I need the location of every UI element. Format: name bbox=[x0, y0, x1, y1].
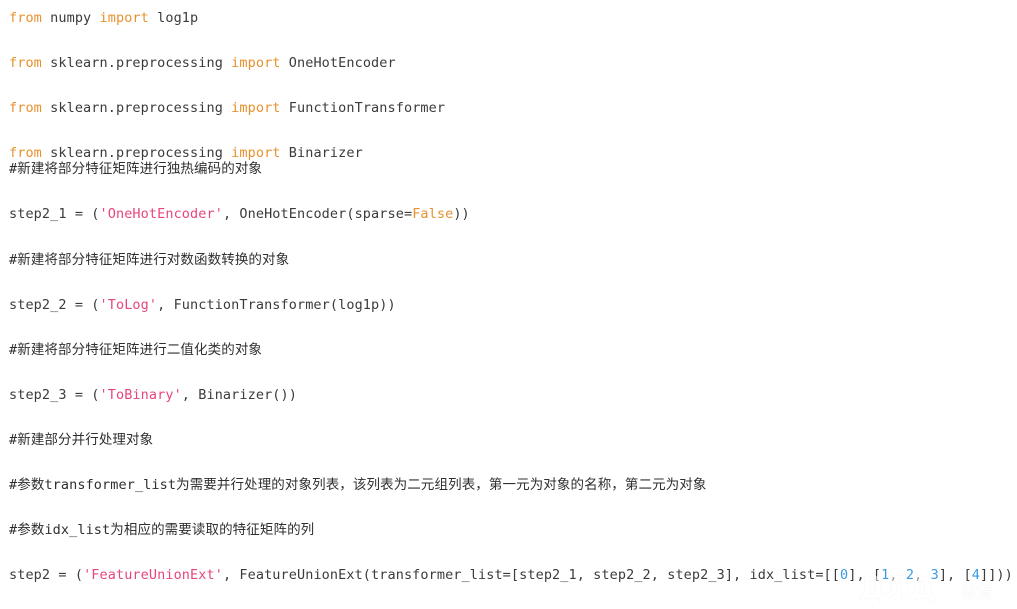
line-import-onehotencoder: from sklearn.preprocessing import OneHot… bbox=[9, 55, 396, 71]
code-token: log1p bbox=[148, 10, 199, 26]
code-token: 新建部分并行处理对象 bbox=[17, 432, 154, 448]
code-token: # bbox=[9, 161, 18, 177]
code-token: from bbox=[9, 100, 42, 116]
comment-idx-list: #参数idx_list为相应的需要读取的特征矩阵的列 bbox=[9, 522, 314, 538]
code-token: )) bbox=[453, 206, 470, 222]
code-token: False bbox=[412, 206, 454, 222]
code-token: # bbox=[9, 432, 18, 448]
code-token: step2_2 = ( bbox=[9, 297, 100, 313]
code-token: , bbox=[914, 567, 931, 583]
code-token: 'ToBinary' bbox=[99, 387, 182, 403]
code-token: step2_3 = ( bbox=[9, 387, 100, 403]
code-token: 参数 bbox=[17, 477, 45, 493]
code-token: OneHotEncoder bbox=[280, 55, 396, 71]
code-token: ], [ bbox=[848, 567, 882, 583]
code-token: import bbox=[231, 55, 281, 71]
code-token: from bbox=[9, 145, 42, 161]
code-token: 为需要并行处理的对象列表，该列表为二元组列表，第一元为对象的名称，第二元为对象 bbox=[176, 477, 707, 493]
code-token: # bbox=[9, 252, 18, 268]
code-token: sklearn.preprocessing bbox=[41, 100, 232, 116]
code-token: 为相应的需要读取的特征矩阵的列 bbox=[110, 522, 315, 538]
line-import-functiontransformer: from sklearn.preprocessing import Functi… bbox=[9, 100, 445, 116]
comment-onehot-object: #新建将部分特征矩阵进行独热编码的对象 bbox=[9, 161, 262, 177]
code-token: step2_1 = ( bbox=[9, 206, 100, 222]
code-token: ], [ bbox=[938, 567, 972, 583]
comment-tolog-object: #新建将部分特征矩阵进行对数函数转换的对象 bbox=[9, 252, 289, 268]
code-token: , FunctionTransformer(log1p)) bbox=[157, 297, 396, 313]
line-step2-1: step2_1 = ('OneHotEncoder', OneHotEncode… bbox=[9, 206, 470, 222]
comment-tobinary-object: #新建将部分特征矩阵进行二值化类的对象 bbox=[9, 342, 262, 358]
code-token: from bbox=[9, 55, 42, 71]
code-token: 4 bbox=[971, 567, 980, 583]
code-token: from bbox=[9, 10, 42, 26]
code-token: # bbox=[9, 342, 18, 358]
code-token: Binarizer bbox=[280, 145, 363, 161]
code-token: , bbox=[889, 567, 906, 583]
code-token: sklearn.preprocessing bbox=[41, 55, 232, 71]
code-token: numpy bbox=[41, 10, 100, 26]
code-token: FunctionTransformer bbox=[280, 100, 446, 116]
code-token: 0 bbox=[840, 567, 849, 583]
code-token: 新建将部分特征矩阵进行二值化类的对象 bbox=[17, 342, 263, 358]
line-import-binarizer: from sklearn.preprocessing import Binari… bbox=[9, 145, 363, 161]
code-token: 新建将部分特征矩阵进行独热编码的对象 bbox=[17, 161, 263, 177]
code-token: transformer_list bbox=[44, 477, 177, 493]
comment-transformer-list: #参数transformer_list为需要并行处理的对象列表，该列表为二元组列… bbox=[9, 477, 707, 493]
code-token: # bbox=[9, 477, 18, 493]
code-token: # bbox=[9, 522, 18, 538]
code-token: step2 = ( bbox=[9, 567, 84, 583]
code-token: , Binarizer()) bbox=[181, 387, 297, 403]
line-step2: step2 = ('FeatureUnionExt', FeatureUnion… bbox=[9, 567, 1013, 583]
code-token: import bbox=[99, 10, 149, 26]
code-token: idx_list bbox=[44, 522, 111, 538]
code-token: import bbox=[231, 100, 281, 116]
code-token: import bbox=[231, 145, 281, 161]
code-token: 参数 bbox=[17, 522, 45, 538]
code-token: , OneHotEncoder(sparse= bbox=[222, 206, 413, 222]
code-token: sklearn.preprocessing bbox=[41, 145, 232, 161]
code-token: ]])) bbox=[979, 567, 1013, 583]
code-token: 新建将部分特征矩阵进行对数函数转换的对象 bbox=[17, 252, 290, 268]
comment-parallel-object: #新建部分并行处理对象 bbox=[9, 432, 153, 448]
code-token: 2 bbox=[905, 567, 915, 583]
line-import-log1p: from numpy import log1p bbox=[9, 10, 198, 26]
code-token: 'OneHotEncoder' bbox=[99, 206, 223, 222]
code-token: , FeatureUnionExt(transformer_list=[step… bbox=[222, 567, 841, 583]
line-step2-2: step2_2 = ('ToLog', FunctionTransformer(… bbox=[9, 297, 396, 313]
code-token: 3 bbox=[930, 567, 939, 583]
line-step2-3: step2_3 = ('ToBinary', Binarizer()) bbox=[9, 387, 297, 403]
code-token: 'FeatureUnionExt' bbox=[83, 567, 223, 583]
code-block: from numpy import log1p from sklearn.prep… bbox=[0, 0, 1017, 609]
code-token: 'ToLog' bbox=[99, 297, 158, 313]
